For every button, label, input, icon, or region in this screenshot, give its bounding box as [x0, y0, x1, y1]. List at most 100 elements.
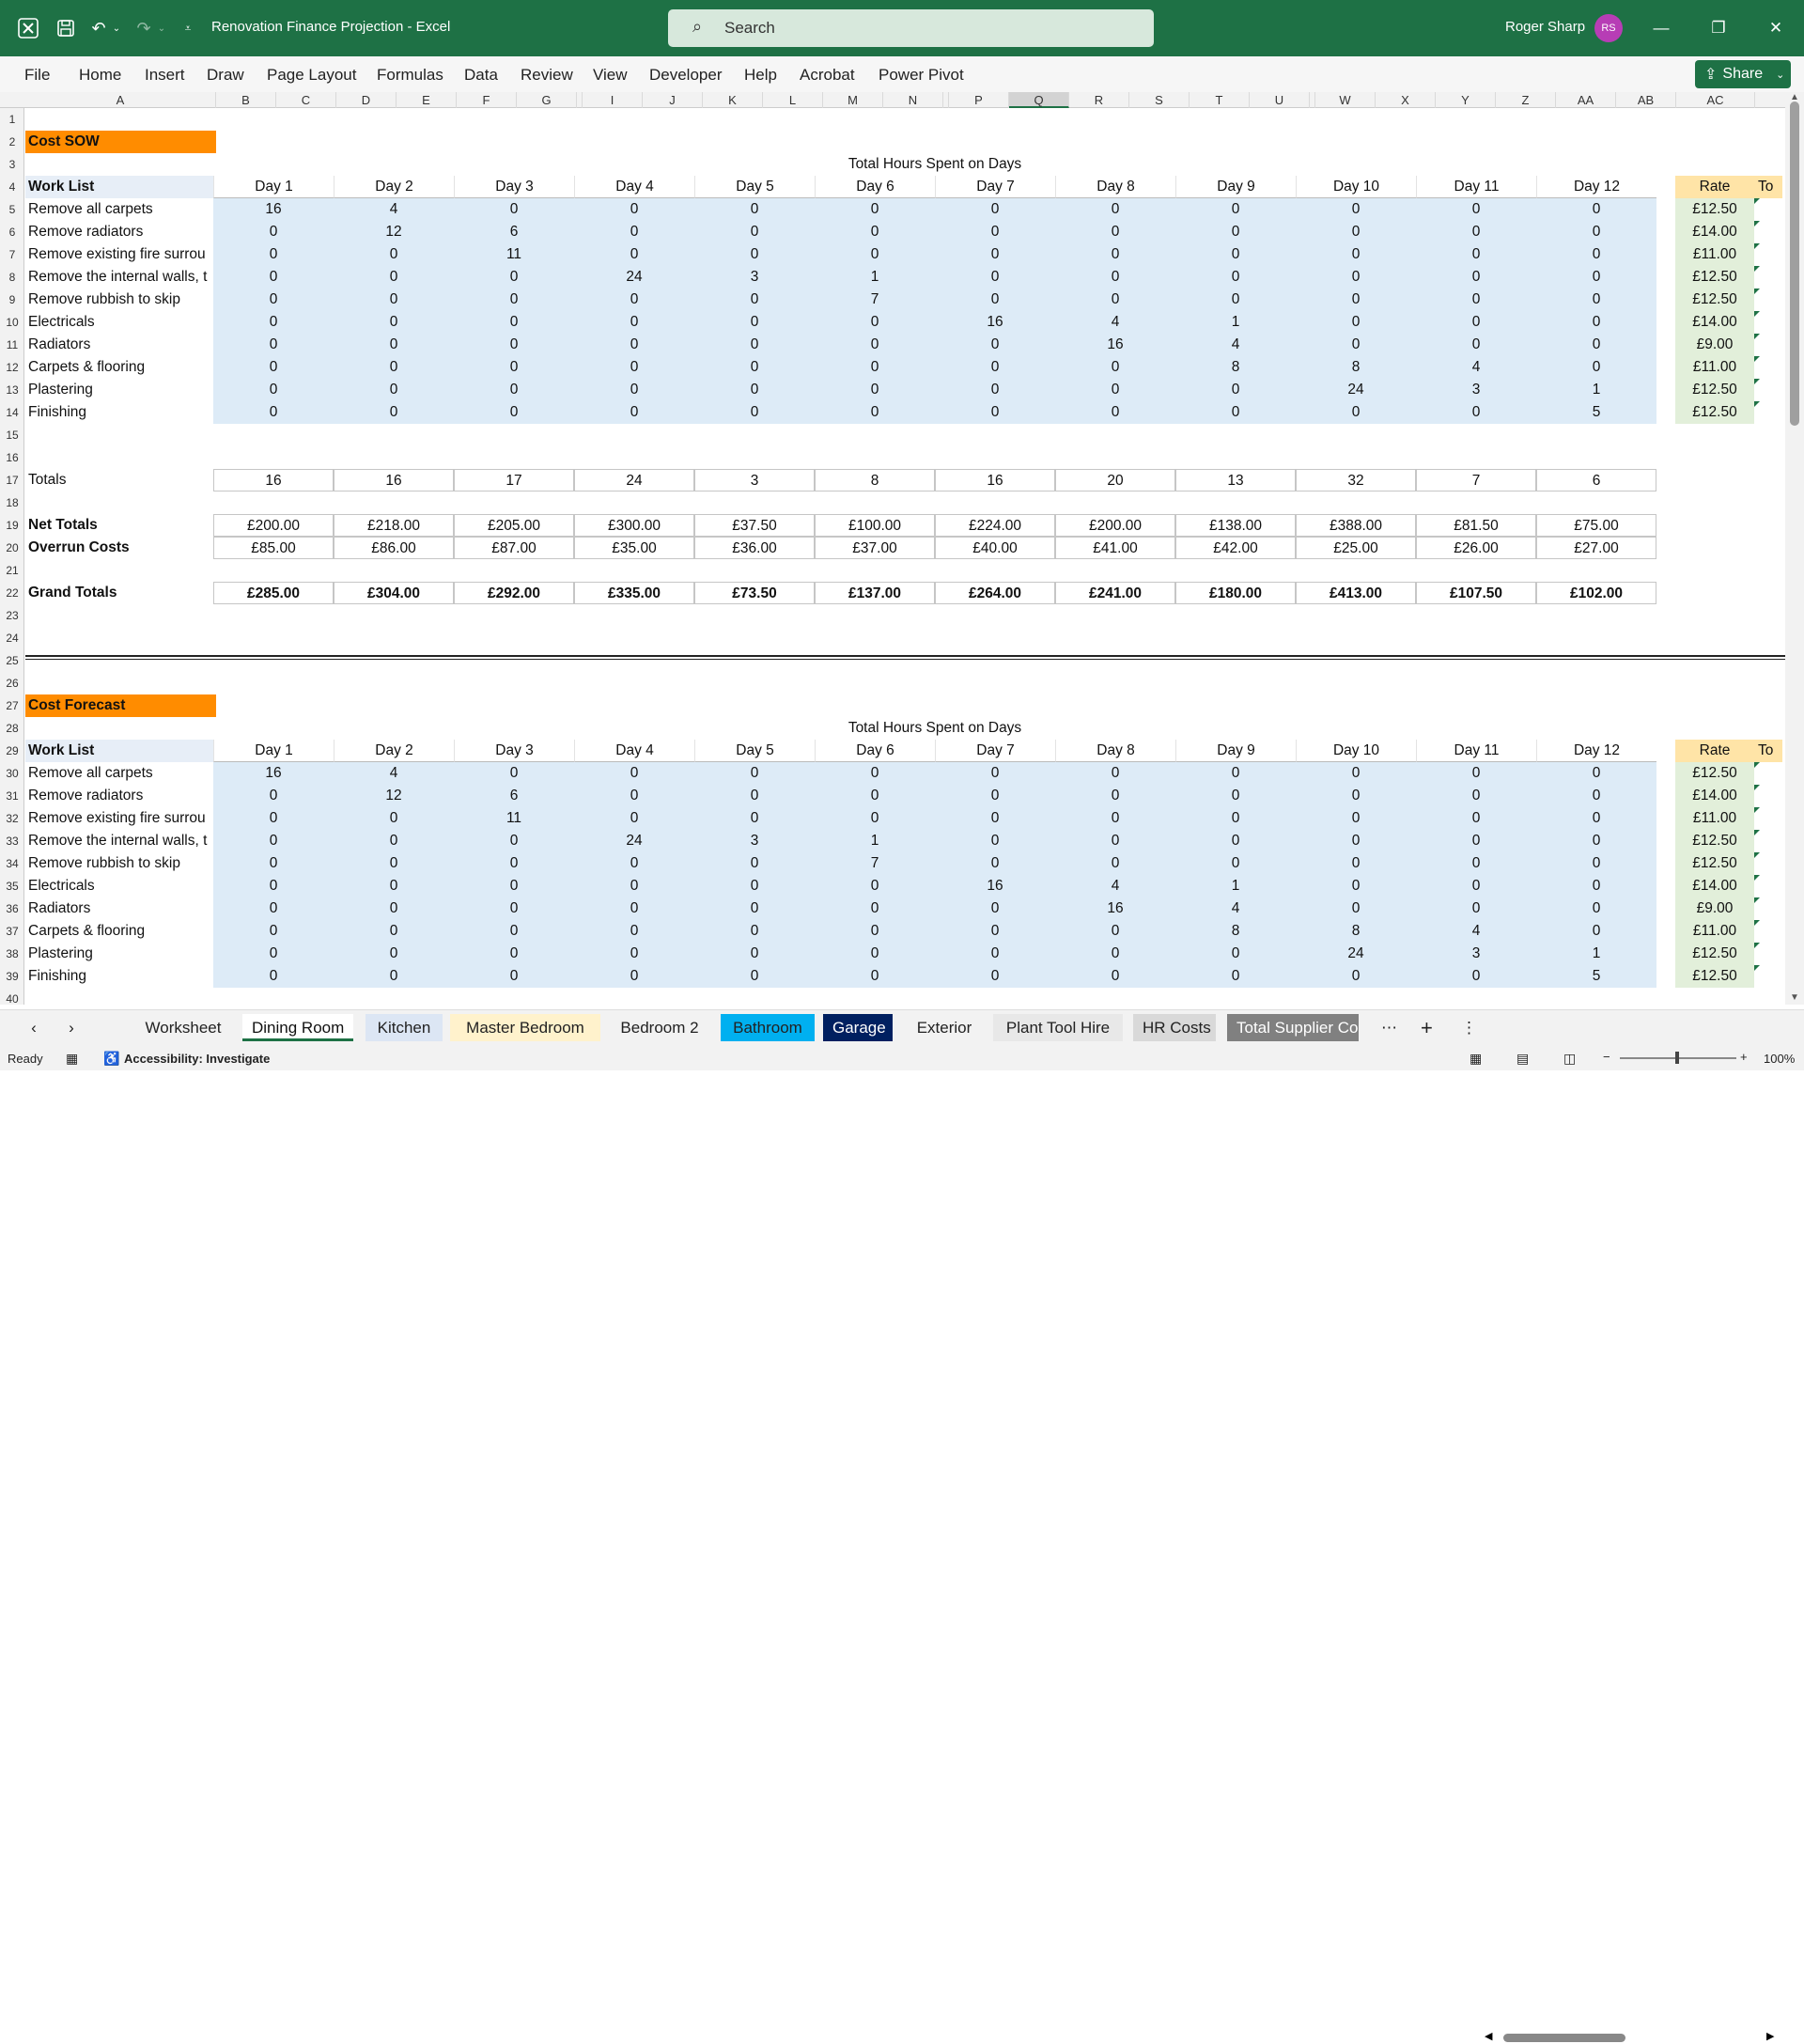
normal-view-icon[interactable]: ▦ [1470, 1051, 1482, 1067]
sow-hours-cell[interactable]: 0 [574, 243, 694, 266]
sow-overrun-cell[interactable]: £37.00 [815, 537, 935, 559]
sow-day-header[interactable]: Day 10 [1296, 176, 1416, 198]
column-header-t[interactable]: T [1190, 92, 1250, 108]
sow-rate-cell[interactable]: £14.00 [1675, 311, 1754, 334]
sow-hours-cell[interactable]: 0 [1055, 379, 1175, 401]
sow-item-name[interactable]: Finishing [25, 401, 213, 424]
scroll-left-icon[interactable]: ◀ [1485, 2030, 1492, 2042]
avatar[interactable]: RS [1594, 14, 1623, 42]
sow-grand-cell[interactable]: £73.50 [694, 582, 815, 604]
forecast-hours-cell[interactable]: 0 [694, 807, 815, 830]
forecast-day-header[interactable]: Day 6 [815, 740, 935, 762]
forecast-hours-cell[interactable]: 0 [1296, 785, 1416, 807]
sow-overrun-cell[interactable]: £41.00 [1055, 537, 1175, 559]
forecast-hours-cell[interactable]: 0 [334, 943, 454, 965]
sow-net-cell[interactable]: £200.00 [213, 514, 334, 537]
sow-grand-cell[interactable]: £304.00 [334, 582, 454, 604]
sow-totals-cell[interactable]: 6 [1536, 469, 1656, 491]
column-header-s[interactable]: S [1129, 92, 1190, 108]
prev-sheet-icon[interactable]: ‹ [21, 1014, 47, 1041]
sow-overrun-cell[interactable]: £40.00 [935, 537, 1055, 559]
sow-rate-cell[interactable]: £12.50 [1675, 289, 1754, 311]
sow-hours-cell[interactable]: 0 [1416, 401, 1536, 424]
forecast-hours-cell[interactable]: 0 [935, 852, 1055, 875]
forecast-hours-cell[interactable]: 1 [815, 830, 935, 852]
user-name[interactable]: Roger Sharp [1505, 19, 1585, 35]
sow-hours-cell[interactable]: 0 [694, 379, 815, 401]
sow-grand-label[interactable]: Grand Totals [25, 582, 213, 604]
sheet-tab-bedroom-2[interactable]: Bedroom 2 [606, 1014, 713, 1041]
sow-hours-cell[interactable]: 6 [454, 221, 574, 243]
forecast-hours-cell[interactable]: 0 [1296, 852, 1416, 875]
forecast-hours-cell[interactable]: 0 [815, 920, 935, 943]
forecast-hours-cell[interactable]: 0 [334, 852, 454, 875]
sow-hours-cell[interactable]: 16 [213, 198, 334, 221]
forecast-hours-cell[interactable]: 4 [1055, 875, 1175, 897]
sow-rate-cell[interactable]: £12.50 [1675, 401, 1754, 424]
sow-hours-cell[interactable]: 0 [815, 311, 935, 334]
column-header-aa[interactable]: AA [1556, 92, 1616, 108]
forecast-hours-cell[interactable]: 0 [935, 807, 1055, 830]
sow-hours-cell[interactable]: 0 [815, 356, 935, 379]
forecast-hours-cell[interactable]: 0 [213, 830, 334, 852]
sow-overrun-cell[interactable]: £27.00 [1536, 537, 1656, 559]
forecast-hours-cell[interactable]: 16 [935, 875, 1055, 897]
forecast-hours-cell[interactable]: 0 [1175, 785, 1296, 807]
menu-page-layout[interactable]: Page Layout [267, 66, 356, 85]
sow-net-cell[interactable]: £200.00 [1055, 514, 1175, 537]
forecast-hours-cell[interactable]: 0 [1296, 807, 1416, 830]
sow-hours-cell[interactable]: 0 [1536, 266, 1656, 289]
sow-hours-cell[interactable]: 0 [454, 356, 574, 379]
sow-hours-cell[interactable]: 0 [334, 311, 454, 334]
sow-hours-cell[interactable]: 0 [1296, 289, 1416, 311]
forecast-hours-cell[interactable]: 0 [1175, 830, 1296, 852]
forecast-hours-cell[interactable]: 0 [454, 943, 574, 965]
row-header-30[interactable]: 30 [0, 762, 23, 785]
forecast-item-name[interactable]: Remove the internal walls, t [25, 830, 213, 852]
sow-hours-cell[interactable]: 0 [694, 334, 815, 356]
sow-item-name[interactable]: Remove radiators [25, 221, 213, 243]
forecast-rate-header[interactable]: Rate [1675, 740, 1754, 762]
sow-overrun-cell[interactable]: £85.00 [213, 537, 334, 559]
sow-grand-cell[interactable]: £180.00 [1175, 582, 1296, 604]
forecast-title[interactable]: Cost Forecast [25, 694, 216, 717]
page-layout-view-icon[interactable]: ▤ [1516, 1051, 1529, 1067]
sow-hours-cell[interactable]: 0 [334, 356, 454, 379]
sow-hours-cell[interactable]: 0 [1536, 221, 1656, 243]
forecast-hours-cell[interactable]: 0 [213, 897, 334, 920]
sow-net-cell[interactable]: £218.00 [334, 514, 454, 537]
forecast-hours-cell[interactable]: 0 [1055, 785, 1175, 807]
sow-hours-cell[interactable]: 0 [1296, 311, 1416, 334]
menu-home[interactable]: Home [79, 66, 121, 85]
forecast-item-name[interactable]: Plastering [25, 943, 213, 965]
forecast-hours-cell[interactable]: 0 [935, 762, 1055, 785]
forecast-work-list-header[interactable]: Work List [25, 740, 213, 762]
sheet-tab-garage[interactable]: Garage [823, 1014, 893, 1041]
sow-hours-cell[interactable]: 0 [1055, 401, 1175, 424]
forecast-hours-cell[interactable]: 6 [454, 785, 574, 807]
column-header-n[interactable]: N [883, 92, 943, 108]
sow-hours-cell[interactable]: 24 [574, 266, 694, 289]
scroll-down-icon[interactable]: ▼ [1790, 992, 1799, 1003]
sow-day-header[interactable]: Day 5 [694, 176, 815, 198]
forecast-hours-cell[interactable]: 0 [935, 965, 1055, 988]
column-header-j[interactable]: J [643, 92, 703, 108]
sow-overrun-cell[interactable]: £25.00 [1296, 537, 1416, 559]
forecast-hours-cell[interactable]: 0 [213, 965, 334, 988]
sow-totals-cell[interactable]: 16 [213, 469, 334, 491]
forecast-hours-cell[interactable]: 0 [1536, 785, 1656, 807]
sow-hours-cell[interactable]: 0 [1175, 243, 1296, 266]
forecast-hours-cell[interactable]: 0 [454, 762, 574, 785]
sow-hours-cell[interactable]: 0 [935, 334, 1055, 356]
forecast-rate-cell[interactable]: £12.50 [1675, 830, 1754, 852]
sow-rate-header[interactable]: Rate [1675, 176, 1754, 198]
sow-net-cell[interactable]: £37.50 [694, 514, 815, 537]
sow-hours-cell[interactable]: 0 [454, 311, 574, 334]
forecast-hours-cell[interactable]: 0 [213, 875, 334, 897]
sow-hours-cell[interactable]: 0 [694, 198, 815, 221]
forecast-item-name[interactable]: Radiators [25, 897, 213, 920]
sow-item-name[interactable]: Remove all carpets [25, 198, 213, 221]
forecast-hours-cell[interactable]: 0 [694, 920, 815, 943]
row-header-24[interactable]: 24 [0, 627, 23, 649]
sheet-options-icon[interactable]: ⋮ [1452, 1014, 1474, 1041]
